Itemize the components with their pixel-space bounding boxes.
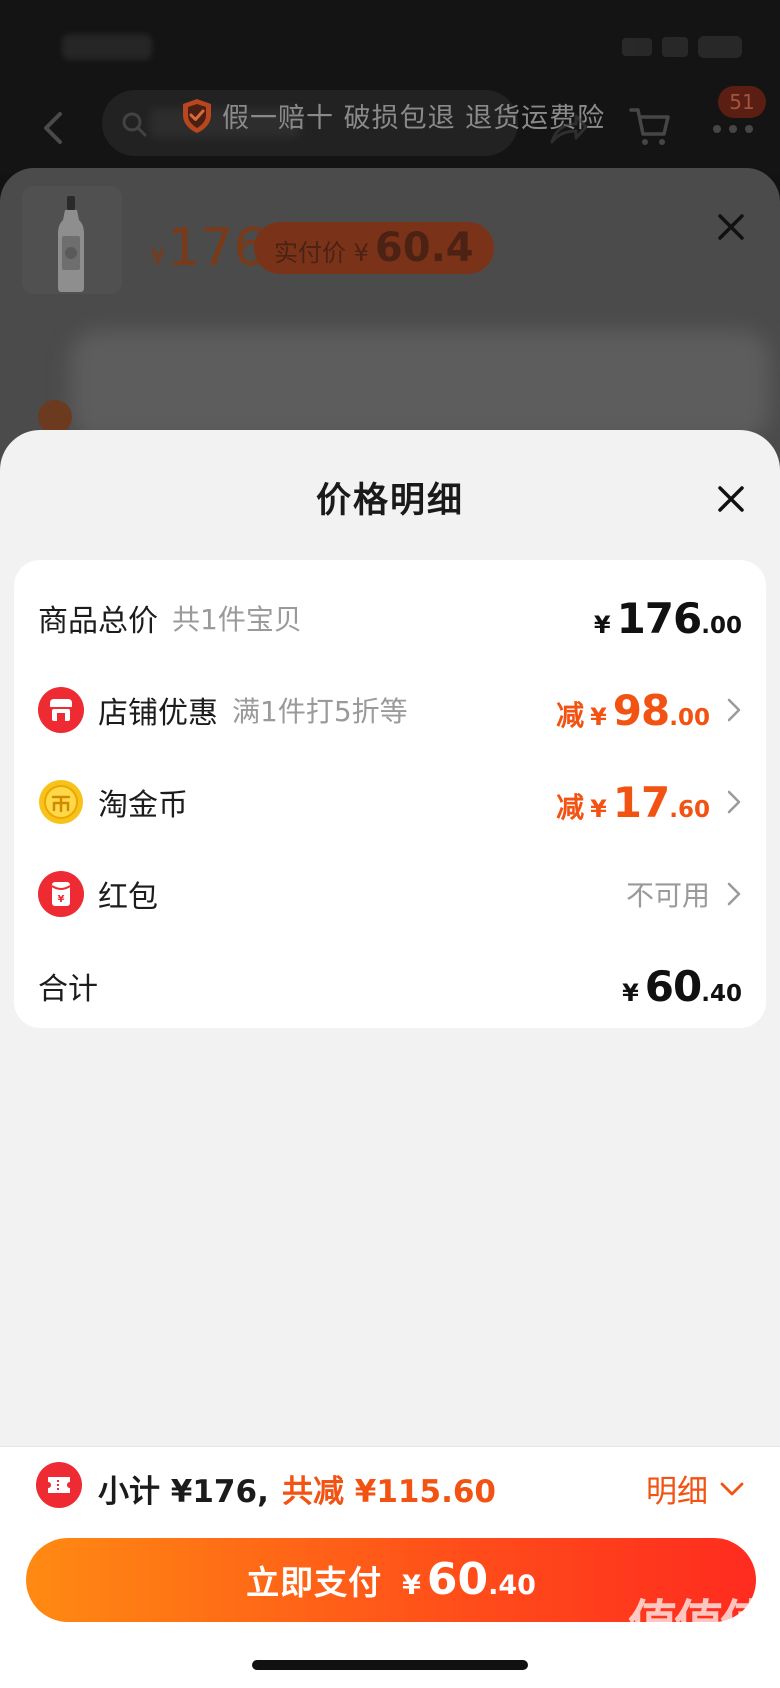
sku-pay-label: 实付价 ¥ [274, 239, 369, 267]
discount-total-text: 共减 ¥115.60 [282, 1474, 496, 1510]
liquor-bottle-image [58, 196, 84, 292]
red-envelope-icon: ¥ [38, 871, 84, 917]
gold-coin-icon [39, 780, 83, 824]
pay-now-int: 60 [426, 1554, 489, 1605]
total-yen: ¥ [622, 978, 639, 1007]
row-store-discount-desc: 满1件打5折等 [232, 695, 408, 728]
chevron-right-icon [727, 790, 741, 814]
gold-coins-yen: ¥ [590, 794, 607, 823]
svg-text:¥: ¥ [58, 894, 65, 905]
status-bar-icons [622, 36, 742, 58]
row-store-discount[interactable]: 店铺优惠 满1件打5折等 减 ¥98.00 [14, 664, 766, 756]
chevron-down-icon [720, 1482, 744, 1495]
store-discount-dec: .00 [669, 704, 710, 731]
price-detail-close-icon[interactable] [716, 484, 746, 514]
sku-pay-price-pill: 实付价 ¥60.4 [254, 222, 494, 274]
price-detail-card: 商品总价 共1件宝贝 ¥176.00 店铺优惠 满1件打5折等 减¥98.00 [14, 560, 766, 1028]
search-icon [122, 112, 147, 137]
watermark-logo: 值值值 [628, 1595, 770, 1653]
chevron-right-icon [727, 698, 741, 722]
goods-total-amount: ¥176.00 [594, 594, 742, 643]
watermark: 值值值 zhizhizhi.com [628, 1595, 770, 1672]
share-icon[interactable] [548, 112, 588, 146]
guarantee-banner: 假一赔十 破损包退 退货运费险 [180, 96, 605, 135]
goods-total-dec: .00 [701, 612, 742, 639]
store-discount-yen: ¥ [590, 702, 607, 731]
battery-icon [698, 36, 742, 58]
status-bar-time [62, 34, 152, 60]
store-discount-amount: 减 ¥98.00 [556, 686, 710, 735]
sku-price-value: 176 [167, 218, 267, 278]
row-goods-total-label: 商品总价 [38, 604, 158, 639]
sku-pay-value: 60.4 [374, 225, 474, 271]
detail-toggle-label: 明细 [646, 1474, 708, 1510]
coupon-ticket-icon [36, 1462, 82, 1508]
row-goods-total-count: 共1件宝贝 [172, 603, 302, 636]
home-indicator [252, 1660, 528, 1670]
total-amount: ¥60.40 [622, 962, 742, 1011]
subtotal-text: 小计 ¥176, [98, 1474, 269, 1510]
total-int: 60 [644, 961, 702, 1011]
sku-option-icon-blurred [38, 400, 72, 434]
gold-coins-amount: 减 ¥17.60 [556, 778, 710, 827]
row-red-envelope[interactable]: ¥ 红包 不可用 [14, 848, 766, 940]
row-total-label: 合计 [38, 972, 98, 1007]
price-detail-title: 价格明细 [315, 481, 464, 521]
cart-icon[interactable] [628, 104, 672, 148]
goods-total-int: 176 [616, 593, 703, 643]
gold-coins-dec: .60 [669, 796, 710, 823]
gold-coins-prefix: 减 [556, 790, 585, 824]
row-store-discount-label: 店铺优惠 [98, 696, 218, 731]
wifi-icon [662, 37, 688, 57]
row-gold-coins-label: 淘金币 [98, 788, 188, 823]
back-arrow-icon[interactable] [38, 108, 68, 148]
store-discount-prefix: 减 [556, 698, 585, 732]
total-dec: .40 [701, 980, 742, 1007]
row-total: 合计 ¥60.40 [14, 940, 766, 1032]
row-red-envelope-label: 红包 [98, 880, 158, 915]
pay-now-dec: .40 [488, 1570, 536, 1601]
pay-now-yen: ¥ [402, 1570, 421, 1601]
sku-close-icon[interactable] [716, 212, 746, 242]
red-envelope-status: 不可用 [625, 879, 710, 912]
sku-price: ¥176 [150, 218, 267, 278]
signal-icon [622, 38, 652, 56]
store-icon [38, 687, 84, 733]
row-goods-total: 商品总价 共1件宝贝 ¥176.00 [14, 572, 766, 664]
store-discount-int: 98 [612, 685, 670, 735]
pay-now-label: 立即支付 [246, 1563, 383, 1602]
screen: 假一赔十 破损包退 退货运费险 51 ¥176 实付价 ¥60.4 价格明细 商… [0, 0, 780, 1688]
goods-total-yen: ¥ [593, 610, 611, 639]
watermark-url: zhizhizhi.com [633, 1652, 761, 1672]
sku-price-yen: ¥ [150, 243, 166, 271]
more-icon[interactable] [712, 124, 754, 134]
chevron-right-icon [727, 882, 741, 906]
sku-options-blurred [70, 330, 770, 440]
shield-check-icon [183, 98, 211, 133]
detail-toggle[interactable]: 明细 [646, 1466, 744, 1511]
row-gold-coins[interactable]: 淘金币 减 ¥17.60 [14, 756, 766, 848]
gold-coins-int: 17 [612, 777, 670, 827]
cart-badge: 51 [718, 86, 766, 118]
